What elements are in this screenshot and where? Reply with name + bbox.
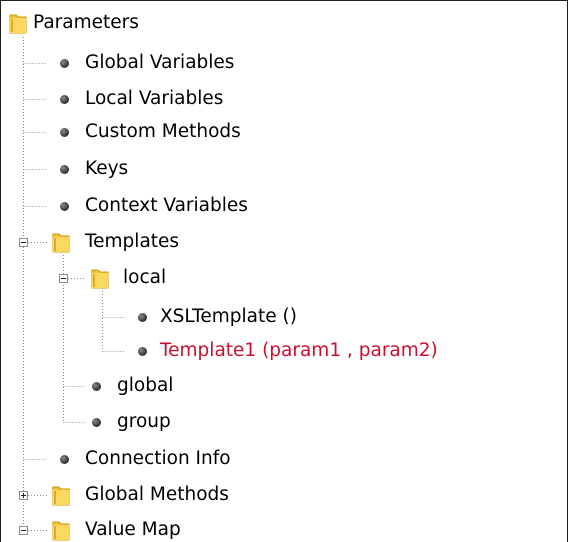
bullet-icon	[60, 165, 69, 174]
bullet-icon	[60, 455, 69, 464]
bullet-icon	[92, 382, 101, 391]
expand-global-methods-toggle[interactable]	[19, 491, 28, 500]
tree-node-label: group	[117, 411, 171, 432]
bullet-icon	[60, 128, 69, 137]
tree-node-local[interactable]: local	[86, 266, 166, 290]
tree-node-parameters[interactable]: Parameters	[9, 11, 139, 35]
bullet-icon	[60, 202, 69, 211]
tree-node-label: Template1 (param1 , param2)	[160, 340, 438, 361]
collapse-value-map-toggle[interactable]	[19, 526, 28, 535]
bullet-icon	[60, 59, 69, 68]
bullet-icon	[60, 95, 69, 104]
folder-icon	[52, 521, 70, 541]
tree-node-label: Custom Methods	[85, 121, 241, 142]
bullet-icon	[92, 418, 101, 427]
collapse-local-toggle[interactable]	[59, 274, 68, 283]
tree-node-connection-info[interactable]: Connection Info	[47, 447, 231, 471]
tree-node-keys[interactable]: Keys	[47, 157, 128, 181]
tree-node-group[interactable]: group	[85, 410, 171, 434]
tree-node-label: XSLTemplate ()	[160, 306, 297, 327]
bullet-icon	[138, 313, 147, 322]
tree-node-label: Templates	[85, 231, 180, 252]
bullet-icon	[138, 347, 147, 356]
tree-node-xsltemplate[interactable]: XSLTemplate ()	[125, 305, 297, 329]
folder-icon	[52, 233, 70, 253]
tree-node-context-variables[interactable]: Context Variables	[47, 194, 248, 218]
folder-icon	[52, 486, 70, 506]
tree-node-global-methods[interactable]: Global Methods	[48, 483, 229, 507]
tree-node-label: Parameters	[33, 12, 139, 33]
folder-icon	[91, 269, 109, 289]
folder-icon	[9, 14, 27, 34]
tree-node-label: Value Map	[85, 519, 181, 540]
tree-node-value-map[interactable]: Value Map	[48, 518, 181, 542]
tree-node-custom-methods[interactable]: Custom Methods	[47, 120, 241, 144]
tree-node-label: Local Variables	[85, 88, 224, 109]
tree-node-label: Context Variables	[85, 195, 248, 216]
tree-node-label: global	[117, 375, 174, 396]
tree-node-label: Connection Info	[85, 448, 231, 469]
tree-node-template1[interactable]: Template1 (param1 , param2)	[125, 339, 438, 363]
tree-node-templates[interactable]: Templates	[48, 230, 179, 254]
parameters-tree: Parameters Global Variables Local Variab…	[0, 0, 568, 542]
tree-node-local-variables[interactable]: Local Variables	[47, 87, 223, 111]
tree-node-global[interactable]: global	[85, 374, 173, 398]
tree-node-label: local	[123, 267, 167, 288]
collapse-templates-toggle[interactable]	[19, 238, 28, 247]
tree-node-global-variables[interactable]: Global Variables	[47, 51, 234, 75]
tree-node-label: Keys	[85, 158, 129, 179]
tree-node-label: Global Methods	[85, 484, 229, 505]
tree-node-label: Global Variables	[85, 52, 235, 73]
